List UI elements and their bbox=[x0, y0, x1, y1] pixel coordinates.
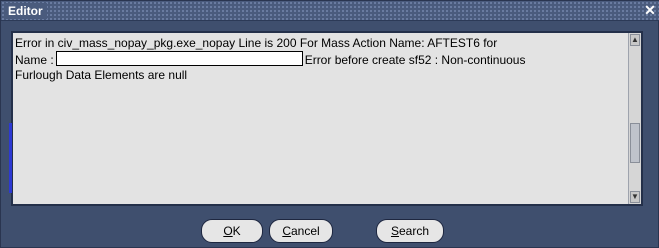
title-bar[interactable]: Editor ✕ bbox=[1, 1, 659, 21]
cancel-button[interactable]: Cancel bbox=[269, 219, 333, 243]
message-line-2: Name : Error before create sf52 : Non-con… bbox=[15, 51, 635, 67]
close-icon[interactable]: ✕ bbox=[642, 2, 658, 18]
error-message: Error in civ_mass_nopay_pkg.exe_nopay Li… bbox=[15, 35, 635, 83]
search-button[interactable]: Search bbox=[376, 219, 444, 243]
vertical-scrollbar[interactable]: ▲ ▼ bbox=[628, 33, 641, 204]
message-line-2-rest: Error before create sf52 : Non-continuou… bbox=[304, 53, 526, 67]
ok-button[interactable]: OK bbox=[201, 219, 263, 243]
button-bar: OK Cancel Search bbox=[1, 211, 659, 247]
window-title: Editor bbox=[6, 3, 47, 19]
name-label: Name : bbox=[15, 53, 54, 67]
scroll-thumb[interactable] bbox=[630, 123, 640, 163]
scroll-down-icon[interactable]: ▼ bbox=[630, 191, 640, 203]
redacted-name-field bbox=[55, 51, 303, 66]
scroll-up-icon[interactable]: ▲ bbox=[630, 34, 640, 46]
message-line-1: Error in civ_mass_nopay_pkg.exe_nopay Li… bbox=[15, 36, 498, 50]
message-line-3: Furlough Data Elements are null bbox=[15, 68, 188, 82]
message-text-area[interactable]: Error in civ_mass_nopay_pkg.exe_nopay Li… bbox=[11, 31, 643, 206]
focus-accent-bar bbox=[9, 123, 12, 193]
editor-window: Editor ✕ Error in civ_mass_nopay_pkg.exe… bbox=[0, 0, 659, 248]
